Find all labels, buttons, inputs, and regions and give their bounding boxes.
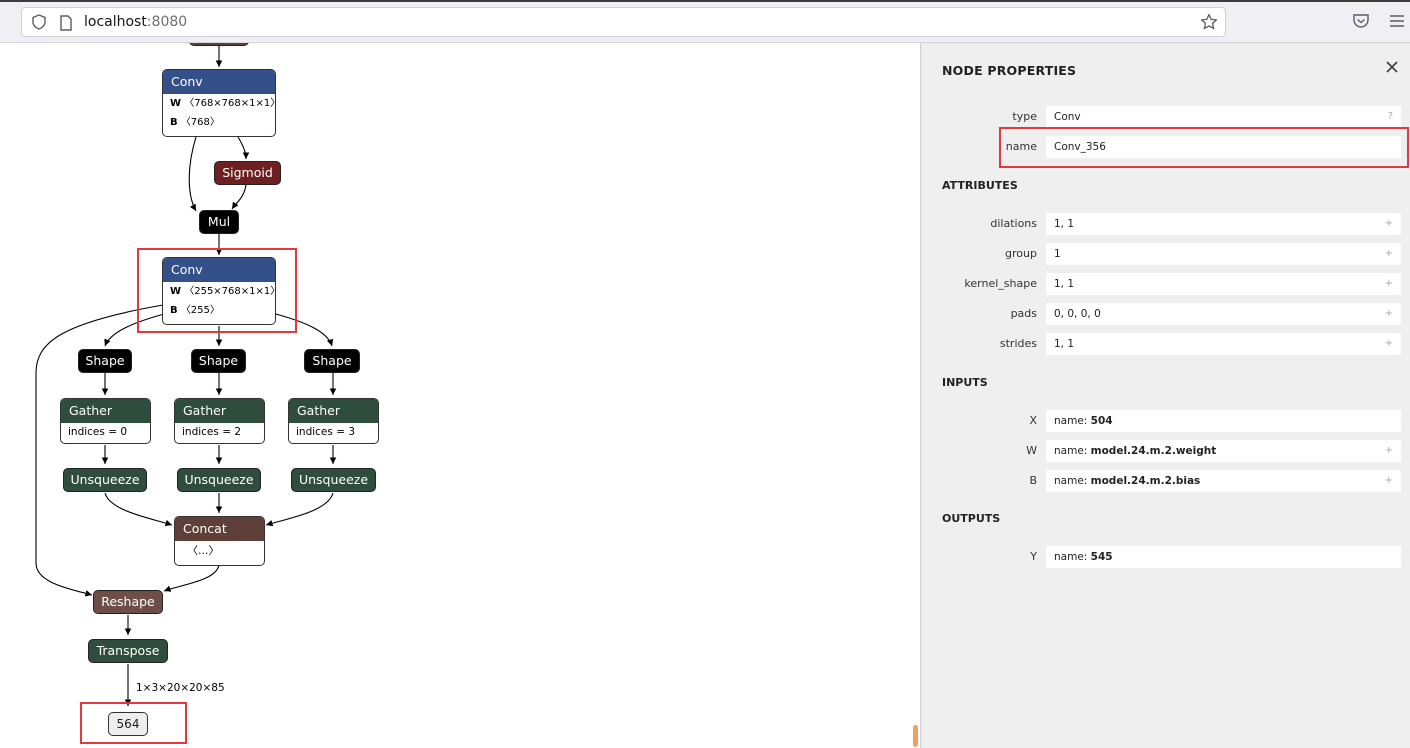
node-shape-3[interactable]: Shape <box>304 349 360 373</box>
window-accent-line <box>0 0 1410 2</box>
panel-title: NODE PROPERTIES <box>942 63 1077 78</box>
attr-group-label: group <box>1005 247 1037 260</box>
node-concat-title: Concat <box>175 517 264 541</box>
node-gather-3-title: Gather <box>289 399 378 423</box>
url-text[interactable]: localhost:8080 <box>84 14 187 30</box>
attr-pads-value[interactable]: 0, 0, 0, 0 + <box>1046 303 1401 325</box>
highlight-conv-2 <box>137 248 297 333</box>
node-gather-2[interactable]: Gather indices = 2 <box>174 398 265 444</box>
node-shape-1[interactable]: Shape <box>78 349 132 373</box>
expand-icon[interactable]: + <box>1385 333 1393 355</box>
outputs-heading: OUTPUTS <box>942 512 1001 525</box>
highlight-name <box>999 127 1409 168</box>
node-unsqueeze-2[interactable]: Unsqueeze <box>177 468 261 492</box>
node-mul[interactable]: Mul <box>199 210 239 234</box>
node-conv-1-weight: W 〈768×768×1×1〉 <box>170 98 276 109</box>
expand-icon[interactable]: + <box>1385 243 1393 265</box>
node-gather-1[interactable]: Gather indices = 0 <box>60 398 151 444</box>
attr-kernel-shape-value[interactable]: 1, 1 + <box>1046 273 1401 295</box>
type-help-icon[interactable]: ? <box>1388 106 1393 128</box>
node-sigmoid[interactable]: Sigmoid <box>214 161 281 185</box>
expand-icon[interactable]: + <box>1385 470 1393 492</box>
node-gather-3[interactable]: Gather indices = 3 <box>288 398 379 444</box>
input-x-value[interactable]: name: 504 <box>1046 410 1401 432</box>
node-top-partial[interactable] <box>189 43 249 46</box>
input-b-label: B <box>1029 474 1037 487</box>
attr-strides-label: strides <box>999 337 1037 350</box>
attr-dilations-label: dilations <box>990 217 1037 230</box>
attributes-heading: ATTRIBUTES <box>942 179 1018 192</box>
node-unsqueeze-3[interactable]: Unsqueeze <box>291 468 376 492</box>
output-y-label: Y <box>1030 550 1037 563</box>
menu-icon[interactable] <box>1388 12 1406 30</box>
browser-toolbar: localhost:8080 <box>0 0 1410 43</box>
node-shape-2[interactable]: Shape <box>191 349 246 373</box>
attr-group-value[interactable]: 1 + <box>1046 243 1401 265</box>
output-y-value[interactable]: name: 545 <box>1046 546 1401 568</box>
attr-pads-label: pads <box>1010 307 1037 320</box>
attr-dilations-value[interactable]: 1, 1 + <box>1046 213 1401 235</box>
node-gather-2-attr: indices = 2 <box>182 426 242 438</box>
node-reshape[interactable]: Reshape <box>93 590 163 614</box>
attr-strides-value[interactable]: 1, 1 + <box>1046 333 1401 355</box>
node-conv-1[interactable]: Conv W 〈768×768×1×1〉 B 〈768〉 <box>162 69 276 137</box>
expand-icon[interactable]: + <box>1385 440 1393 462</box>
expand-icon[interactable]: + <box>1385 303 1393 325</box>
prop-type-label: type <box>1012 110 1037 123</box>
node-gather-1-attr: indices = 0 <box>68 426 128 438</box>
attr-kernel-shape-label: kernel_shape <box>964 277 1037 290</box>
node-transpose[interactable]: Transpose <box>88 639 168 663</box>
node-gather-3-attr: indices = 3 <box>296 426 356 438</box>
node-conv-1-title: Conv <box>163 70 275 94</box>
node-unsqueeze-1[interactable]: Unsqueeze <box>63 468 147 492</box>
node-concat-attr: 〈...〉 <box>187 544 220 557</box>
close-icon[interactable] <box>1384 59 1400 75</box>
node-concat[interactable]: Concat 〈...〉 <box>174 516 265 566</box>
graph-scrollbar[interactable] <box>913 725 918 747</box>
pocket-icon[interactable] <box>1352 12 1370 30</box>
expand-icon[interactable]: + <box>1385 273 1393 295</box>
prop-type-value[interactable]: Conv? <box>1046 106 1401 128</box>
inputs-heading: INPUTS <box>942 376 988 389</box>
address-bar[interactable]: localhost:8080 <box>21 7 1226 37</box>
input-b-value[interactable]: name: model.24.m.2.bias + <box>1046 470 1401 492</box>
input-x-label: X <box>1029 414 1037 427</box>
node-conv-1-bias: B 〈768〉 <box>170 117 220 128</box>
page-icon[interactable] <box>59 15 73 31</box>
bookmark-star-icon[interactable] <box>1200 13 1218 31</box>
node-gather-1-title: Gather <box>61 399 150 423</box>
node-properties-panel: NODE PROPERTIES type Conv? name Conv_356… <box>920 43 1410 748</box>
highlight-output <box>80 702 187 744</box>
node-gather-2-title: Gather <box>175 399 264 423</box>
input-w-label: W <box>1026 444 1037 457</box>
shield-icon[interactable] <box>31 14 47 30</box>
expand-icon[interactable]: + <box>1385 213 1393 235</box>
output-edge-shape-label: 1×3×20×20×85 <box>136 682 225 694</box>
input-w-value[interactable]: name: model.24.m.2.weight + <box>1046 440 1401 462</box>
graph-canvas[interactable]: Conv W 〈768×768×1×1〉 B 〈768〉 Sigmoid Mul… <box>0 43 920 748</box>
